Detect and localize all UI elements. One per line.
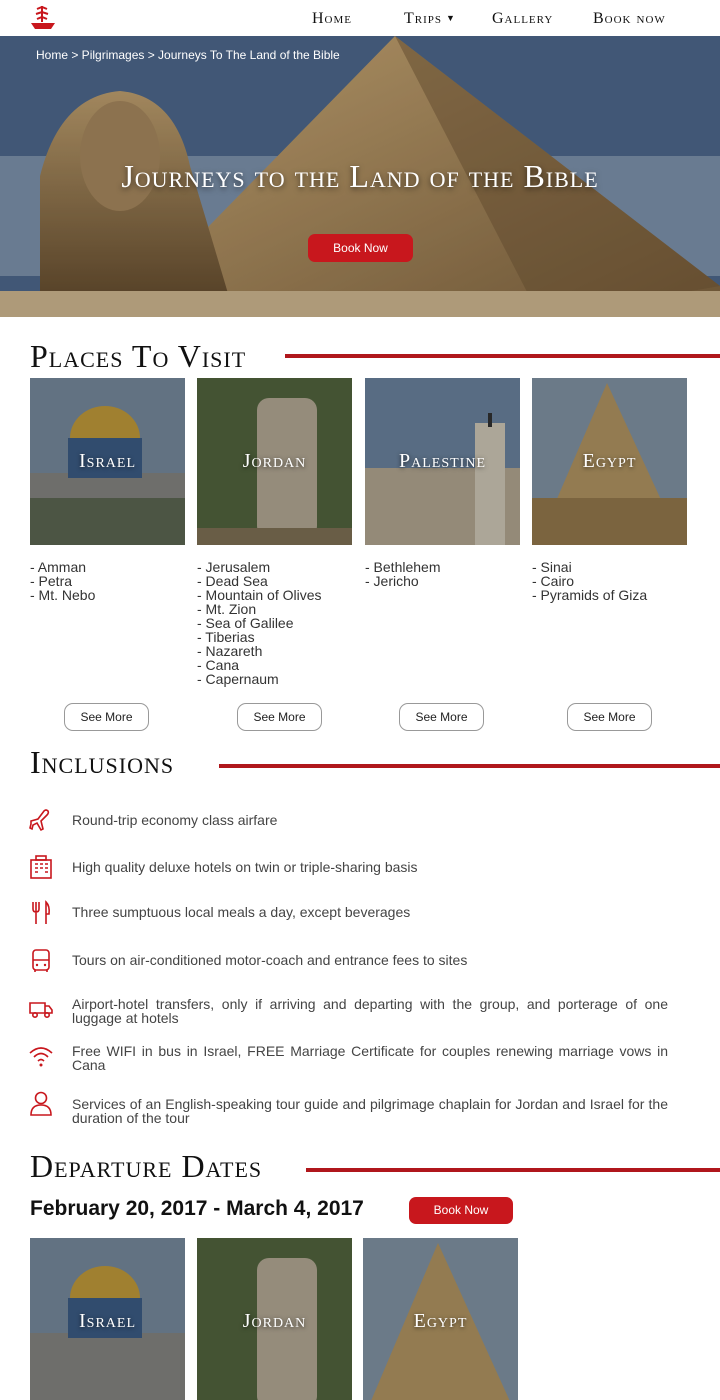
list-item: - Amman (30, 559, 87, 575)
nav-trips[interactable]: Trips ▼ (404, 10, 456, 28)
departure-book-now-button[interactable]: Book Now (409, 1197, 513, 1224)
see-more-palestine-button[interactable]: See More (399, 703, 484, 731)
place-card-label: Palestine (399, 450, 486, 472)
list-item: - Petra (30, 573, 73, 589)
list-item: - Sinai (532, 559, 572, 575)
departure-card-label: Jordan (242, 1310, 307, 1332)
place-card-egypt[interactable]: Egypt (532, 378, 687, 545)
truck-icon (29, 1002, 53, 1018)
departure-card-israel[interactable]: Israel (30, 1238, 185, 1400)
inclusion-text: High quality deluxe hotels on twin or tr… (72, 859, 418, 875)
see-more-jordan-button[interactable]: See More (237, 703, 322, 731)
hero-banner: Home > Pilgrimages > Journeys To The Lan… (0, 36, 720, 317)
nav-trips-label: Trips (404, 10, 443, 27)
list-item: - Jerusalem (197, 559, 271, 575)
nav-book-now[interactable]: Book now (593, 10, 666, 28)
list-item: - Tiberias (197, 629, 255, 645)
inclusion-text: Round-trip economy class airfare (72, 812, 278, 828)
bus-icon (32, 949, 50, 972)
caret-down-icon: ▼ (446, 13, 456, 23)
list-item: - Pyramids of Giza (532, 587, 648, 603)
place-list-palestine: - Bethlehem - Jericho (365, 560, 440, 588)
inclusions-divider (219, 764, 720, 768)
place-list-egypt: - Sinai - Cairo - Pyramids of Giza (532, 560, 647, 602)
list-item: - Capernaum (197, 671, 279, 687)
see-more-egypt-button[interactable]: See More (567, 703, 652, 731)
inclusion-text: Free WIFI in bus in Israel, FREE Marriag… (72, 1043, 668, 1073)
hero-book-now-button[interactable]: Book Now (308, 234, 413, 262)
place-card-label: Israel (79, 450, 136, 472)
inclusions-heading: Inclusions (30, 744, 175, 780)
list-item: - Nazareth (197, 643, 263, 659)
place-list-israel: - Amman - Petra - Mt. Nebo (30, 560, 95, 602)
list-item: - Sea of Galilee (197, 615, 294, 631)
nav-gallery[interactable]: Gallery (492, 10, 553, 28)
see-more-israel-button[interactable]: See More (64, 703, 149, 731)
list-item: - Cairo (532, 573, 575, 589)
list-item: - Mt. Zion (197, 601, 257, 617)
place-list-jordan: - Jerusalem - Dead Sea - Mountain of Oli… (197, 560, 322, 686)
inclusion-text: Airport-hotel transfers, only if arrivin… (72, 996, 668, 1026)
airplane-icon (29, 809, 50, 832)
departure-divider (306, 1168, 720, 1172)
list-item: - Dead Sea (197, 573, 268, 589)
place-card-label: Egypt (582, 450, 637, 472)
place-card-israel[interactable]: Israel (30, 378, 185, 545)
list-item: - Jericho (365, 573, 419, 589)
list-item: - Cana (197, 657, 240, 673)
ship-logo-icon[interactable] (28, 3, 58, 31)
place-card-label: Jordan (242, 450, 307, 472)
inclusion-text: Three sumptuous local meals a day, excep… (72, 904, 411, 920)
places-heading: Places To Visit (30, 338, 247, 374)
place-card-palestine[interactable]: Palestine (365, 378, 520, 545)
place-card-jordan[interactable]: Jordan (197, 378, 352, 545)
inclusion-text: Tours on air-conditioned motor-coach and… (72, 952, 468, 968)
departure-card-jordan[interactable]: Jordan (197, 1238, 352, 1400)
departure-date: February 20, 2017 - March 4, 2017 (30, 1197, 364, 1220)
page-title: Journeys to the Land of the Bible (121, 158, 599, 194)
breadcrumb[interactable]: Home > Pilgrimages > Journeys To The Lan… (36, 48, 340, 62)
person-icon (30, 1091, 52, 1116)
list-item: - Mountain of Olives (197, 587, 322, 603)
departure-heading: Departure Dates (30, 1148, 263, 1184)
top-nav: Home Trips ▼ Gallery Book now (0, 0, 720, 36)
inclusion-text: Services of an English-speaking tour gui… (72, 1096, 668, 1126)
hotel-icon (30, 855, 52, 879)
places-divider (285, 354, 720, 358)
departure-card-label: Israel (79, 1310, 136, 1332)
utensils-icon (32, 900, 50, 924)
departure-card-egypt[interactable]: Egypt (363, 1238, 518, 1400)
list-item: - Bethlehem (365, 559, 441, 575)
nav-home[interactable]: Home (312, 10, 352, 28)
wifi-icon (29, 1047, 53, 1067)
departure-card-label: Egypt (413, 1310, 468, 1332)
list-item: - Mt. Nebo (30, 587, 96, 603)
